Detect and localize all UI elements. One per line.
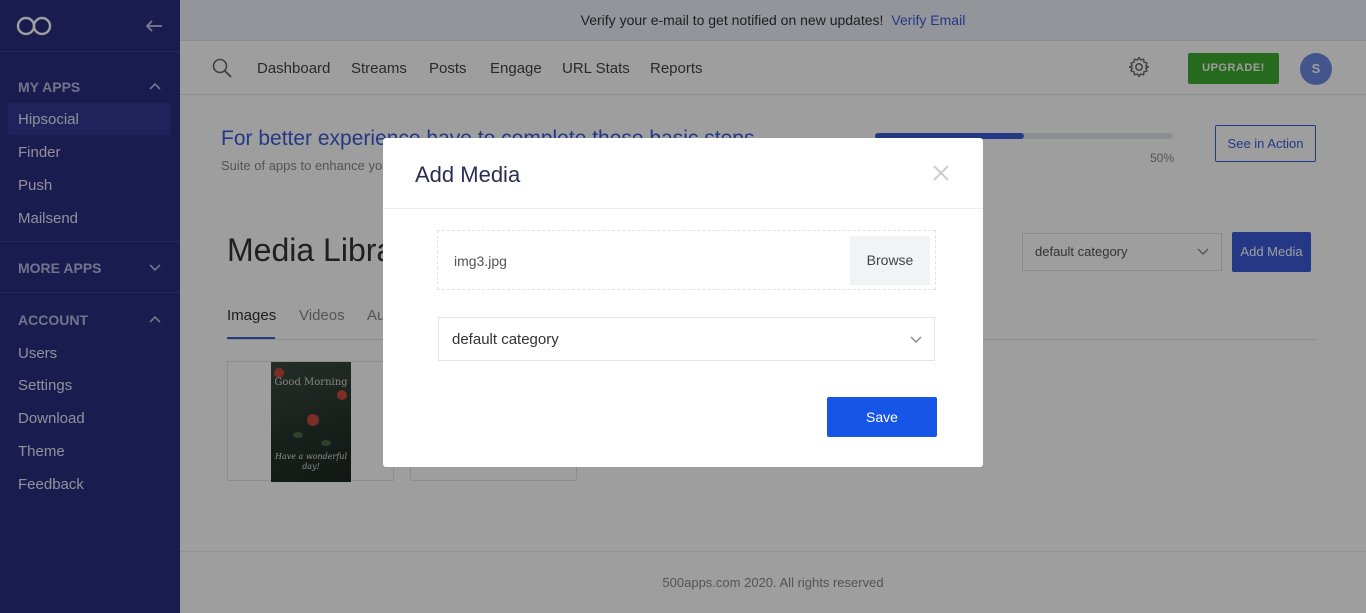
- save-button[interactable]: Save: [827, 397, 937, 437]
- chevron-down-icon: [910, 336, 922, 343]
- add-media-dialog: Add Media img3.jpg Browse default catego…: [383, 138, 983, 467]
- dialog-title: Add Media: [415, 162, 521, 187]
- selected-file-name: img3.jpg: [454, 253, 507, 269]
- dialog-divider: [383, 208, 983, 209]
- file-upload-field[interactable]: img3.jpg Browse: [437, 230, 936, 290]
- browse-button[interactable]: Browse: [850, 236, 930, 285]
- dialog-category-select[interactable]: default category: [438, 317, 935, 361]
- close-icon[interactable]: [932, 164, 950, 182]
- dialog-category-value: default category: [452, 331, 559, 348]
